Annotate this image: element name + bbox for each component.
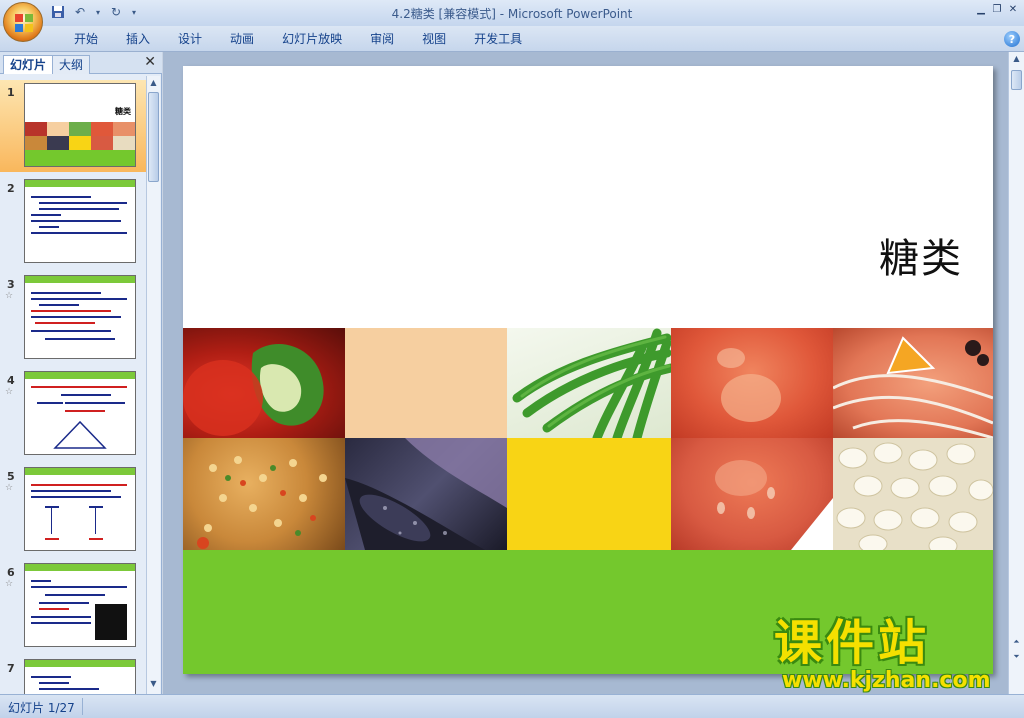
office-button[interactable] [3,2,43,42]
tab-view[interactable]: 视图 [408,30,460,48]
slide-thumbnail[interactable] [24,275,136,359]
tab-slides[interactable]: 幻灯片 [3,55,54,74]
slide-thumbnail-row[interactable]: 3 ☆ [0,272,146,364]
editor-scrollbar[interactable]: ▲ ⏶ ⏷ [1008,52,1024,694]
slide-number: 7 [7,662,15,675]
slide-thumbnail[interactable] [24,659,136,694]
slide-thumbnail-row[interactable]: 6 ☆ [0,560,146,652]
title-separator: - [495,7,508,21]
slide-editor: 糖类 [163,52,1008,694]
tab-developer[interactable]: 开发工具 [460,30,536,48]
slide-thumbnail[interactable] [24,179,136,263]
animation-star-icon: ☆ [5,387,14,397]
restore-icon[interactable]: ❐ [990,2,1004,16]
animation-star-icon: ☆ [5,291,14,301]
scroll-down-icon[interactable]: ▼ [148,679,159,691]
slide-title[interactable]: 糖类 [879,226,963,284]
yellow-color-tile [507,438,671,550]
slide-indicator: 幻灯片 1/27 [8,701,75,715]
ribbon: 开始 插入 设计 动画 幻灯片放映 审阅 视图 开发工具 ? [0,26,1024,52]
pane-tabs: 幻灯片 大纲 ✕ [0,52,162,74]
slides-pane-scrollbar[interactable]: ▲ ▼ [146,76,160,694]
slide-thumbnail-row[interactable]: 2 [0,176,146,268]
status-divider [82,698,83,715]
slide-thumbnail[interactable] [24,563,136,647]
tab-design[interactable]: 设计 [164,30,216,48]
thumbnail-list: 1 糖类 2 3 ☆ 4 ☆ 5 ☆ 6 ☆ 7 [0,76,146,694]
document-name: 4.2糖类 [兼容模式] [391,7,496,21]
slide-number: 3 [7,278,15,291]
slide-thumbnail[interactable] [24,467,136,551]
slide-thumbnail-row[interactable]: 4 ☆ [0,368,146,460]
slide-number: 6 [7,566,15,579]
white-beans-image [833,438,993,550]
current-slide[interactable]: 糖类 [183,66,993,674]
tomato-slice-image-top [671,328,833,438]
tomato-slice-image-bottom [671,438,833,550]
window-title: 4.2糖类 [兼容模式] - Microsoft PowerPoint [0,5,1024,22]
scroll-up-icon[interactable]: ▲ [148,78,159,90]
title-bar: ↶ ▾ ↻ ▾ 4.2糖类 [兼容模式] - Microsoft PowerPo… [0,0,1024,26]
slide-thumbnail[interactable]: 糖类 [24,83,136,167]
scroll-up-icon[interactable]: ▲ [1011,54,1022,66]
tab-review[interactable]: 审阅 [356,30,408,48]
ribbon-tabs: 开始 插入 设计 动画 幻灯片放映 审阅 视图 开发工具 [60,30,536,48]
tab-animation[interactable]: 动画 [216,30,268,48]
slide-number: 4 [7,374,15,387]
slide-number: 1 [7,86,15,99]
status-bar: 幻灯片 1/27 [0,694,1024,718]
tab-slideshow[interactable]: 幻灯片放映 [268,30,356,48]
green-beans-image [507,328,671,438]
eggplant-cabbage-image [345,438,507,550]
office-logo-icon [15,14,33,32]
scrollbar-thumb[interactable] [148,92,159,182]
slide-thumbnail[interactable] [24,371,136,455]
help-icon[interactable]: ? [1004,31,1020,47]
slides-pane: 幻灯片 大纲 ✕ 1 糖类 2 3 ☆ 4 ☆ 5 ☆ 6 ☆ 7 ▲ ▼ [0,52,162,694]
tab-home[interactable]: 开始 [60,30,112,48]
peach-color-tile [345,328,507,438]
animation-star-icon: ☆ [5,483,14,493]
app-name: Microsoft PowerPoint [507,7,633,21]
watermark-logo: 课件站 www.kjzhan.com [774,615,1008,693]
slide-thumbnail-row[interactable]: 1 糖类 [0,80,146,172]
animation-star-icon: ☆ [5,579,14,589]
orange-salad-image [833,328,993,438]
watermark-text: 课件站 [774,615,931,671]
slide-thumbnail-row[interactable]: 5 ☆ [0,464,146,556]
red-pepper-image [183,328,345,438]
watermark-url: www.kjzhan.com [782,668,991,693]
previous-slide-icon[interactable]: ⏶ [1011,637,1022,649]
slide-thumbnail-row[interactable]: 7 [0,656,146,694]
scrollbar-thumb[interactable] [1011,70,1022,90]
window-controls: ▁ ❐ ✕ [974,2,1020,16]
slide-number: 5 [7,470,15,483]
tab-insert[interactable]: 插入 [112,30,164,48]
tab-outline[interactable]: 大纲 [52,55,91,74]
slide-number: 2 [7,182,15,195]
close-pane-icon[interactable]: ✕ [144,54,156,70]
thumbnail-title: 糖类 [115,107,131,116]
fried-rice-image [183,438,345,550]
minimize-icon[interactable]: ▁ [974,2,988,16]
next-slide-icon[interactable]: ⏷ [1011,652,1022,664]
close-icon[interactable]: ✕ [1006,2,1020,16]
